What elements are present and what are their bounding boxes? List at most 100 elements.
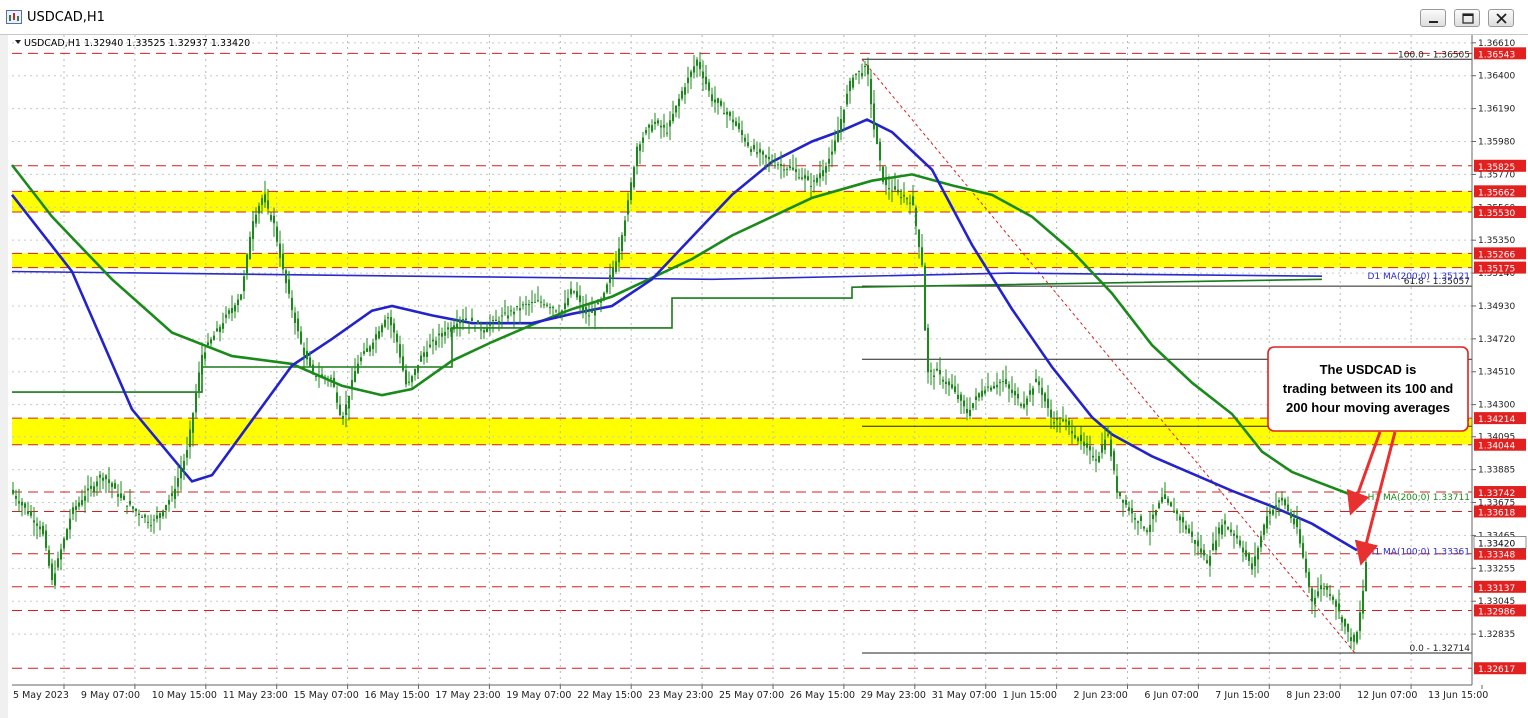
- candle-body: [1149, 524, 1151, 533]
- candle-body: [699, 62, 701, 70]
- candle-body: [783, 169, 785, 171]
- candle-body: [258, 205, 260, 214]
- candle-body: [1101, 444, 1103, 453]
- price-level-tag-text: 1.35266: [1478, 250, 1515, 260]
- maximize-button[interactable]: [1454, 9, 1480, 27]
- candle-body: [1296, 519, 1298, 528]
- candle-body: [501, 315, 503, 317]
- candle-body: [801, 177, 803, 179]
- candle-body: [666, 132, 668, 134]
- ma-label: H1 MA(100;0) 1.33361: [1368, 548, 1470, 558]
- candle-body: [462, 319, 464, 321]
- candle-body: [624, 220, 626, 236]
- candle-body: [627, 200, 629, 215]
- candle-body: [522, 304, 524, 306]
- candle-body: [927, 327, 929, 373]
- candle-body: [702, 71, 704, 78]
- candle-body: [198, 372, 200, 392]
- candle-body: [1266, 516, 1268, 529]
- candle-body: [270, 215, 272, 221]
- candle-body: [393, 323, 395, 333]
- candle-body: [483, 330, 485, 333]
- candle-body: [234, 305, 236, 312]
- candle-body: [939, 369, 941, 375]
- candle-body: [843, 109, 845, 123]
- time-tick-label: 22 May 15:00: [577, 690, 642, 701]
- minimize-button[interactable]: [1420, 9, 1446, 27]
- candle-body: [1152, 514, 1154, 520]
- candle-body: [945, 381, 947, 385]
- candle-body: [75, 506, 77, 510]
- candle-body: [321, 374, 323, 376]
- candle-body: [1080, 434, 1082, 442]
- candle-body: [933, 375, 935, 378]
- candle-body: [1332, 596, 1334, 601]
- candle-body: [1167, 498, 1169, 503]
- yellow-zone-1: [12, 253, 1472, 268]
- candle-body: [1191, 531, 1193, 537]
- candle-body: [561, 310, 563, 313]
- candle-body: [786, 168, 788, 170]
- price-tick-label: 1.34930: [1478, 302, 1515, 312]
- candle-body: [876, 125, 878, 144]
- candle-body: [222, 323, 224, 329]
- time-tick-label: 29 May 23:00: [861, 690, 926, 701]
- current-price-tag-text: 1.33420: [1478, 539, 1515, 549]
- fib-level-label: 0.0 - 1.32714: [1410, 644, 1471, 654]
- candle-body: [903, 194, 905, 197]
- candle-body: [1221, 524, 1223, 535]
- candle-body: [33, 520, 35, 523]
- time-tick-label: 26 May 15:00: [790, 690, 855, 701]
- candle-body: [573, 291, 575, 293]
- candle-body: [828, 158, 830, 164]
- candle-body: [348, 395, 350, 409]
- candle-body: [1134, 517, 1136, 520]
- candle-body: [1029, 390, 1031, 395]
- time-tick-label: 25 May 07:00: [719, 690, 784, 701]
- symbol-info-line: USDCAD,H1 1.32940 1.33525 1.32937 1.3342…: [24, 38, 250, 49]
- price-tick-label: 1.33255: [1478, 564, 1515, 574]
- candle-body: [105, 475, 107, 480]
- close-button[interactable]: [1488, 9, 1514, 27]
- candle-body: [780, 164, 782, 166]
- candle-body: [1329, 594, 1331, 596]
- candle-body: [177, 477, 179, 487]
- annotation-text-line: 200 hour moving averages: [1286, 400, 1450, 415]
- candle-body: [180, 469, 182, 479]
- candle-body: [372, 342, 374, 350]
- price-chart[interactable]: 100.0 - 1.3650561.8 - 1.3505738.2 - 1.34…: [8, 35, 1528, 718]
- candle-body: [519, 308, 521, 311]
- candle-body: [999, 381, 1001, 383]
- price-level-tag-text: 1.35530: [1478, 209, 1515, 219]
- candle-body: [1200, 548, 1202, 553]
- title-bar[interactable]: USDCAD,H1: [0, 0, 1528, 35]
- candle-body: [153, 519, 155, 521]
- candle-body: [588, 315, 590, 317]
- candle-body: [1254, 556, 1256, 567]
- price-tick-label: 1.35980: [1478, 138, 1515, 148]
- price-level-tag-text: 1.35825: [1478, 163, 1515, 173]
- candle-body: [726, 111, 728, 115]
- candle-body: [825, 166, 827, 173]
- candle-body: [102, 477, 104, 481]
- candle-body: [66, 529, 68, 540]
- price-tick-label: 1.36190: [1478, 105, 1515, 115]
- candle-body: [204, 352, 206, 359]
- fib-level-label: 100.0 - 1.36505: [1398, 50, 1470, 60]
- candle-body: [1047, 398, 1049, 408]
- candle-body: [585, 307, 587, 314]
- candle-body: [36, 523, 38, 526]
- candle-body: [138, 513, 140, 516]
- candle-body: [297, 318, 299, 332]
- candle-body: [333, 377, 335, 387]
- candle-body: [1155, 510, 1157, 516]
- candle-body: [1143, 526, 1145, 529]
- candle-body: [186, 450, 188, 458]
- candle-body: [765, 155, 767, 158]
- candle-body: [1362, 590, 1364, 614]
- price-level-tag-text: 1.32986: [1478, 607, 1515, 617]
- price-level-tag-text: 1.35175: [1478, 265, 1515, 275]
- candle-body: [48, 550, 50, 566]
- candle-body: [534, 301, 536, 303]
- candle-body: [1062, 419, 1064, 422]
